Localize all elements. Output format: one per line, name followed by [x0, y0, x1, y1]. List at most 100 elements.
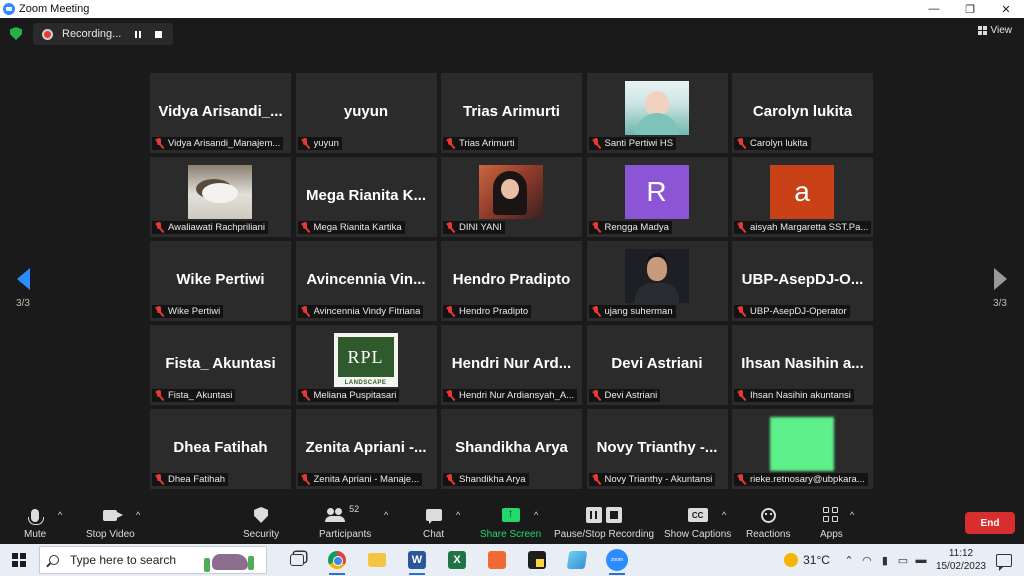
captions-options-chevron-icon[interactable]: ^: [722, 510, 726, 520]
participant-tile[interactable]: Hendri Nur Ard... Hendri Nur Ardiansyah_A…: [441, 325, 582, 405]
orange-app-icon: [488, 551, 506, 569]
file-explorer-taskbar-button[interactable]: [357, 544, 397, 576]
participant-display-name: yuyun: [343, 103, 389, 120]
participant-tile[interactable]: Shandikha Arya Shandikha Arya: [441, 409, 582, 489]
participant-tile[interactable]: Fista_ Akuntasi Fista_ Akuntasi: [150, 325, 291, 405]
zoom-taskbar-button[interactable]: zoom: [597, 544, 637, 576]
participant-tile[interactable]: yuyun yuyun: [295, 73, 437, 153]
weather-temperature[interactable]: 31°C: [803, 553, 830, 567]
windows-start-icon[interactable]: [12, 553, 26, 567]
participants-options-chevron-icon[interactable]: ^: [384, 510, 388, 520]
muted-microphone-icon: [445, 306, 455, 317]
taskbar-clock[interactable]: 11:12 15/02/2023: [936, 547, 986, 573]
participant-name: Hendri Nur Ardiansyah_A...: [459, 390, 575, 401]
view-button[interactable]: View: [977, 25, 1012, 36]
participant-tile[interactable]: Awaliawati Rachpriliani: [150, 157, 291, 237]
orange-app-taskbar-button[interactable]: [477, 544, 517, 576]
chat-button[interactable]: Chat: [423, 504, 444, 540]
video-options-chevron-icon[interactable]: ^: [136, 510, 140, 520]
stop-video-button[interactable]: Stop Video: [86, 504, 135, 540]
apps-button[interactable]: Apps: [820, 504, 843, 540]
participant-initial-avatar: a: [770, 165, 834, 219]
participant-name: Wike Pertiwi: [168, 306, 221, 317]
participant-tile[interactable]: UBP-AsepDJ-O... UBP-AsepDJ-Operator: [732, 241, 873, 321]
participant-tile[interactable]: Devi Astriani Devi Astriani: [586, 325, 728, 405]
participant-tile[interactable]: Dhea Fatihah Dhea Fatihah: [150, 409, 291, 489]
participant-tile[interactable]: Vidya Arisandi_... Vidya Arisandi_Manajem…: [150, 73, 291, 153]
participant-name-bar: Fista_ Akuntasi: [152, 389, 236, 402]
muted-microphone-icon: [591, 138, 601, 149]
pause-stop-recording-button[interactable]: Pause/Stop Recording: [554, 504, 654, 540]
restore-button[interactable]: ❐: [952, 0, 988, 18]
pause-recording-button[interactable]: [128, 24, 148, 44]
participant-name-bar: Santi Pertiwi HS: [588, 137, 677, 150]
participant-tile[interactable]: R Rengga Madya: [586, 157, 728, 237]
participant-name: Fista_ Akuntasi: [168, 390, 233, 401]
show-hidden-icons-chevron-icon[interactable]: ⌃: [840, 554, 858, 567]
participant-tile[interactable]: a aisyah Margaretta SST.Pa...: [732, 157, 873, 237]
taskbar-search-box[interactable]: Type here to search: [39, 546, 267, 574]
security-button[interactable]: Security: [243, 504, 279, 540]
participant-tile[interactable]: ujang suherman: [586, 241, 728, 321]
close-button[interactable]: ✕: [988, 0, 1024, 18]
participant-name-bar: Novy Trianthy - Akuntansi: [588, 473, 716, 486]
participant-tile[interactable]: Trias Arimurti Trias Arimurti: [441, 73, 582, 153]
participant-display-name: Fista_ Akuntasi: [165, 355, 276, 372]
participant-tile[interactable]: Hendro Pradipto Hendro Pradipto: [441, 241, 582, 321]
participant-tile[interactable]: Mega Rianita K... Mega Rianita Kartika: [295, 157, 437, 237]
reactions-button[interactable]: Reactions: [746, 504, 790, 540]
audio-options-chevron-icon[interactable]: ^: [58, 510, 62, 520]
closed-captions-icon: CC: [687, 508, 708, 522]
participant-profile-picture: [188, 165, 252, 219]
share-screen-button[interactable]: Share Screen: [480, 504, 541, 540]
participant-profile-picture: [624, 249, 689, 303]
participant-tile[interactable]: Santi Pertiwi HS: [586, 73, 728, 153]
share-options-chevron-icon[interactable]: ^: [534, 510, 538, 520]
weather-sun-icon[interactable]: [784, 553, 799, 567]
muted-microphone-icon: [736, 474, 746, 485]
participant-name: DINI YANI: [459, 222, 502, 233]
participant-tile[interactable]: Novy Trianthy -... Novy Trianthy - Akunta…: [586, 409, 728, 489]
sticky-notes-taskbar-button[interactable]: [517, 544, 557, 576]
task-view-button[interactable]: [277, 544, 317, 576]
chat-options-chevron-icon[interactable]: ^: [456, 510, 460, 520]
participant-name: rieke.retnosary@ubpkara...: [750, 474, 865, 485]
participant-name: Devi Astriani: [604, 390, 658, 401]
end-meeting-button[interactable]: End: [965, 512, 1015, 534]
word-taskbar-button[interactable]: W: [397, 544, 437, 576]
previous-page-button[interactable]: 3/3: [8, 268, 38, 309]
participant-tile[interactable]: Zenita Apriani -... Zenita Apriani - Mana…: [295, 409, 437, 489]
chrome-taskbar-button[interactable]: [317, 544, 357, 576]
apps-options-chevron-icon[interactable]: ^: [850, 510, 854, 520]
muted-microphone-icon: [445, 138, 455, 149]
participant-name: ujang suherman: [604, 306, 673, 317]
mute-button[interactable]: Mute: [24, 504, 46, 540]
participant-tile[interactable]: Carolyn lukita Carolyn lukita: [732, 73, 873, 153]
participant-name-bar: Hendro Pradipto: [443, 305, 532, 318]
participant-tile[interactable]: Avincennia Vin... Avincennia Vindy Fitria…: [295, 241, 437, 321]
stop-recording-button[interactable]: [148, 24, 168, 44]
participants-button[interactable]: 52 Participants: [319, 504, 371, 540]
participant-tile[interactable]: Ihsan Nasihin a... Ihsan Nasihin akuntans…: [732, 325, 873, 405]
muted-microphone-icon: [154, 138, 164, 149]
search-icon: [49, 555, 59, 565]
participant-name: Carolyn lukita: [750, 138, 808, 149]
apps-icon: [823, 507, 839, 523]
microphone-tray-icon[interactable]: ▮: [876, 554, 894, 567]
participant-tile[interactable]: rieke.retnosary@ubpkara...: [732, 409, 873, 489]
security-label: Security: [243, 529, 280, 540]
participant-tile[interactable]: Wike Pertiwi Wike Pertiwi: [150, 241, 291, 321]
minimize-button[interactable]: —: [916, 0, 952, 18]
encryption-shield-icon[interactable]: [10, 27, 22, 40]
next-page-button[interactable]: 3/3: [985, 268, 1015, 309]
display-icon[interactable]: ▭: [894, 554, 912, 567]
battery-icon[interactable]: ▬: [912, 554, 930, 566]
participant-tile[interactable]: DINI YANI: [441, 157, 582, 237]
store-taskbar-button[interactable]: [557, 544, 597, 576]
excel-taskbar-button[interactable]: X: [437, 544, 477, 576]
wifi-icon[interactable]: ◠: [858, 554, 876, 567]
participant-tile[interactable]: RPL LANDSCAPE Meliana Puspitasari: [295, 325, 437, 405]
participant-name-bar: UBP-AsepDJ-Operator: [734, 305, 850, 318]
notifications-icon[interactable]: [996, 553, 1012, 571]
store-icon: [566, 551, 588, 569]
